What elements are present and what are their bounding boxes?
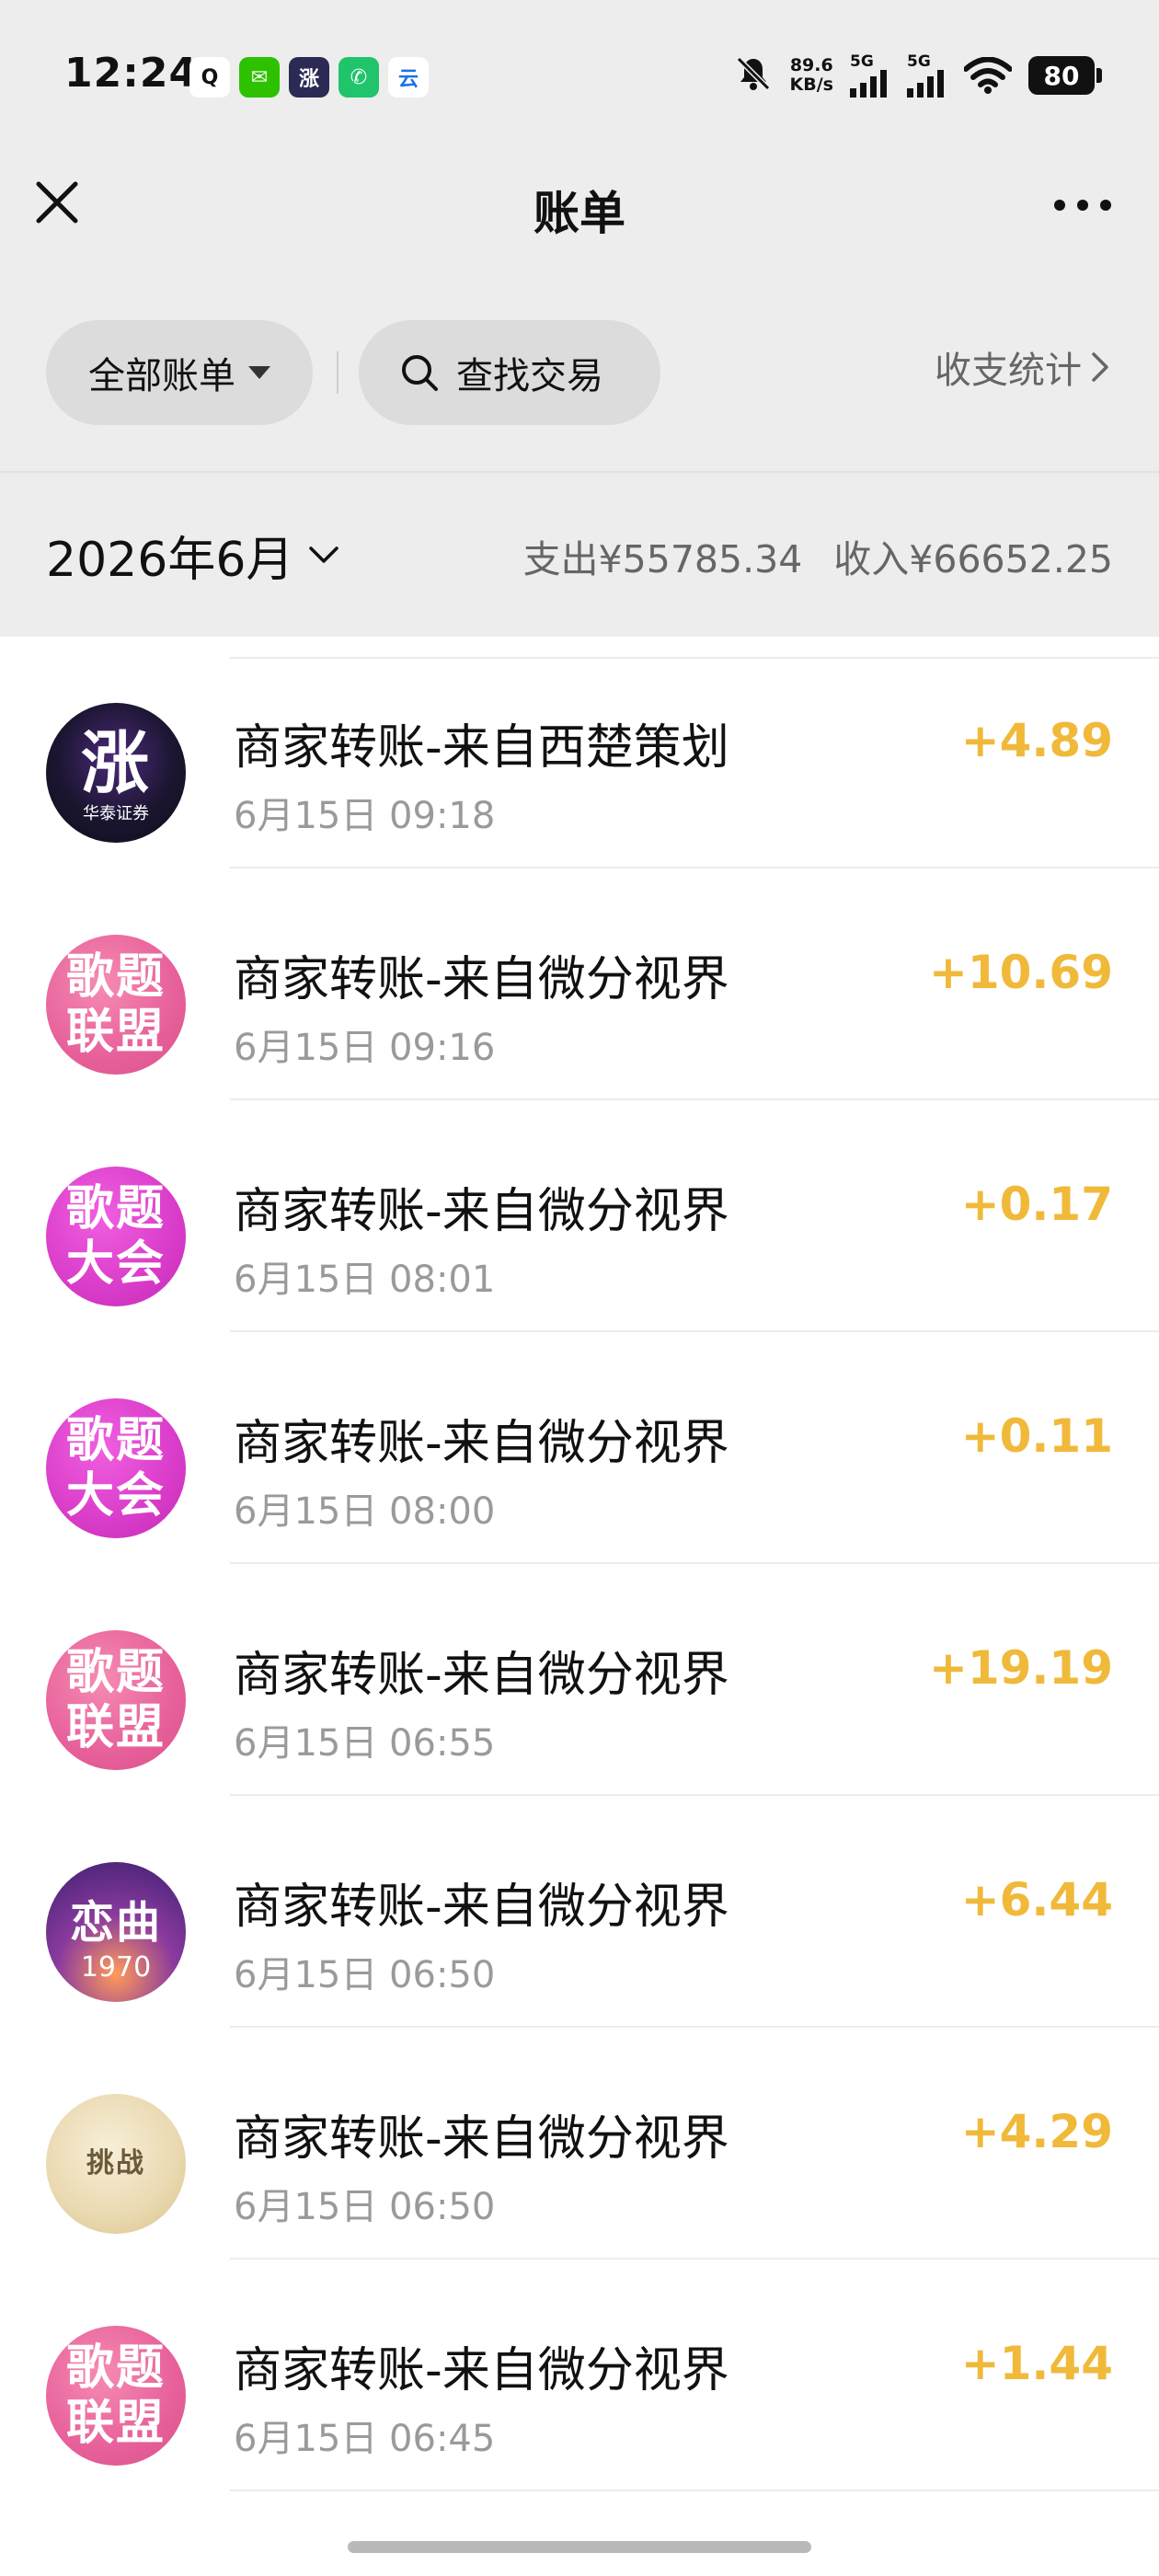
transaction-amount: +0.17	[960, 1178, 1113, 1231]
transaction-date: 6月15日 09:16	[234, 1027, 496, 1069]
transaction-row[interactable]: 挑战 商家转账-来自微分视界 6月15日 06:50 +4.29	[0, 2028, 1159, 2260]
transaction-date: 6月15日 08:00	[234, 1490, 496, 1533]
avatar-text: 歌题 大会	[65, 1181, 166, 1292]
chevron-right-icon	[1092, 352, 1108, 382]
merchant-avatar: 歌题 大会	[46, 1167, 186, 1306]
transaction-amount: +4.89	[960, 714, 1113, 767]
battery-indicator: 80	[1028, 56, 1102, 95]
avatar-subtext: 1970	[80, 1951, 152, 1984]
transaction-row[interactable]: 歌题 联盟 商家转账-来自微分视界 6月15日 06:55 +19.19	[0, 1564, 1159, 1796]
status-right: 89.6 KB/s 5G 5G 80	[733, 52, 1102, 98]
expense-total: 支出¥55785.34	[522, 537, 803, 581]
net-speed: 89.6 KB/s	[790, 56, 833, 95]
income-total: 收入¥66652.25	[833, 537, 1113, 581]
signal-bars-icon	[850, 69, 887, 98]
merchant-avatar: 歌题 联盟	[46, 1630, 186, 1770]
search-label: 查找交易	[456, 355, 603, 397]
transaction-row[interactable]: 歌题 联盟 商家转账-来自微分视界 6月15日 09:16 +10.69	[0, 868, 1159, 1100]
transaction-date: 6月15日 08:01	[234, 1259, 496, 1301]
wechat-icon: ✉	[239, 57, 280, 98]
transaction-date: 6月15日 06:50	[234, 1954, 496, 1996]
income-expense-stats-link[interactable]: 收支统计	[935, 340, 1109, 394]
transaction-amount: +4.29	[960, 2105, 1113, 2158]
signal-2: 5G	[907, 52, 947, 98]
search-transactions-button[interactable]: 查找交易	[359, 320, 660, 425]
transaction-row[interactable]: 歌题 大会 商家转账-来自微分视界 6月15日 08:01 +0.17	[0, 1100, 1159, 1332]
transaction-title: 商家转账-来自西楚策划	[234, 720, 729, 776]
page-title: 账单	[534, 187, 625, 240]
qq-icon: Q	[189, 57, 230, 98]
avatar-text: 恋曲	[69, 1897, 162, 1949]
filter-divider	[337, 351, 339, 394]
more-button[interactable]	[1050, 182, 1115, 228]
signal-1-label: 5G	[850, 52, 874, 71]
all-bills-label: 全部账单	[88, 355, 235, 397]
avatar-text: 歌题 联盟	[65, 949, 166, 1060]
transaction-title: 商家转账-来自微分视界	[234, 1184, 729, 1239]
merchant-avatar: 涨华泰证券	[46, 703, 186, 843]
notification-icons: Q ✉ 涨 ✆ 云	[189, 57, 429, 98]
transaction-date: 6月15日 09:18	[234, 795, 496, 837]
transaction-amount: +10.69	[928, 946, 1113, 999]
zhang-icon: 涨	[289, 57, 329, 98]
merchant-avatar: 歌题 联盟	[46, 2326, 186, 2466]
all-bills-dropdown[interactable]: 全部账单	[46, 320, 313, 425]
transaction-date: 6月15日 06:50	[234, 2186, 496, 2228]
transaction-title: 商家转账-来自微分视界	[234, 1880, 729, 1935]
transaction-row[interactable]: 歌题 大会 商家转账-来自微分视界 6月15日 08:00 +0.11	[0, 1332, 1159, 1564]
transaction-title: 商家转账-来自微分视界	[234, 952, 729, 1007]
net-speed-unit: KB/s	[789, 75, 833, 95]
home-indicator[interactable]	[348, 2541, 811, 2553]
transaction-title: 商家转账-来自微分视界	[234, 1416, 729, 1471]
status-bar: 12:24 Q ✉ 涨 ✆ 云 89.6 KB/s 5G 5G 80	[0, 0, 1159, 156]
avatar-text: 歌题 大会	[65, 1413, 166, 1524]
row-divider	[230, 2490, 1159, 2491]
signal-2-label: 5G	[907, 52, 931, 71]
status-time: 12:24	[64, 50, 199, 97]
caret-down-icon	[248, 366, 270, 379]
month-totals: 支出¥55785.34 收入¥66652.25	[523, 528, 1113, 583]
merchant-avatar: 歌题 大会	[46, 1398, 186, 1538]
merchant-avatar: 歌题 联盟	[46, 935, 186, 1075]
merchant-avatar: 挑战	[46, 2094, 186, 2234]
month-label: 2026年6月	[46, 533, 294, 588]
transaction-amount: +0.11	[960, 1409, 1113, 1463]
phone-icon: ✆	[339, 57, 379, 98]
chevron-down-icon	[309, 546, 339, 563]
avatar-text: 涨	[81, 724, 151, 803]
cloud-icon: 云	[388, 57, 429, 98]
transaction-amount: +6.44	[960, 1873, 1113, 1926]
avatar-subtext: 华泰证券	[83, 804, 149, 823]
avatar-text: 挑战	[86, 2147, 145, 2179]
transaction-title: 商家转账-来自微分视界	[234, 1648, 729, 1703]
signal-1: 5G	[850, 52, 890, 98]
section-divider	[0, 471, 1159, 473]
stats-label: 收支统计	[935, 350, 1082, 392]
transaction-list: 涨华泰证券 商家转账-来自西楚策划 6月15日 09:18 +4.89 歌题 联盟 商家转…	[0, 637, 1159, 2491]
merchant-avatar: 恋曲 1970	[46, 1862, 186, 2002]
more-dots-icon	[1054, 200, 1111, 211]
transaction-title: 商家转账-来自微分视界	[234, 2343, 729, 2398]
transaction-date: 6月15日 06:45	[234, 2418, 496, 2460]
wifi-icon	[964, 57, 1012, 94]
transaction-date: 6月15日 06:55	[234, 1722, 496, 1765]
transaction-title: 商家转账-来自微分视界	[234, 2111, 729, 2167]
signal-bars-icon	[907, 69, 944, 98]
transaction-row[interactable]: 涨华泰证券 商家转账-来自西楚策划 6月15日 09:18 +4.89	[0, 637, 1159, 868]
transaction-amount: +1.44	[960, 2337, 1113, 2390]
avatar-text: 歌题 联盟	[65, 1645, 166, 1755]
net-speed-value: 89.6	[789, 55, 833, 75]
transaction-amount: +19.19	[928, 1641, 1113, 1695]
month-selector[interactable]: 2026年6月	[46, 521, 339, 590]
transaction-row[interactable]: 恋曲 1970 商家转账-来自微分视界 6月15日 06:50 +6.44	[0, 1796, 1159, 2028]
search-icon	[402, 355, 438, 391]
transaction-row[interactable]: 歌题 联盟 商家转账-来自微分视界 6月15日 06:45 +1.44	[0, 2260, 1159, 2491]
mute-bell-icon	[733, 53, 774, 98]
avatar-text: 歌题 联盟	[65, 2340, 166, 2451]
